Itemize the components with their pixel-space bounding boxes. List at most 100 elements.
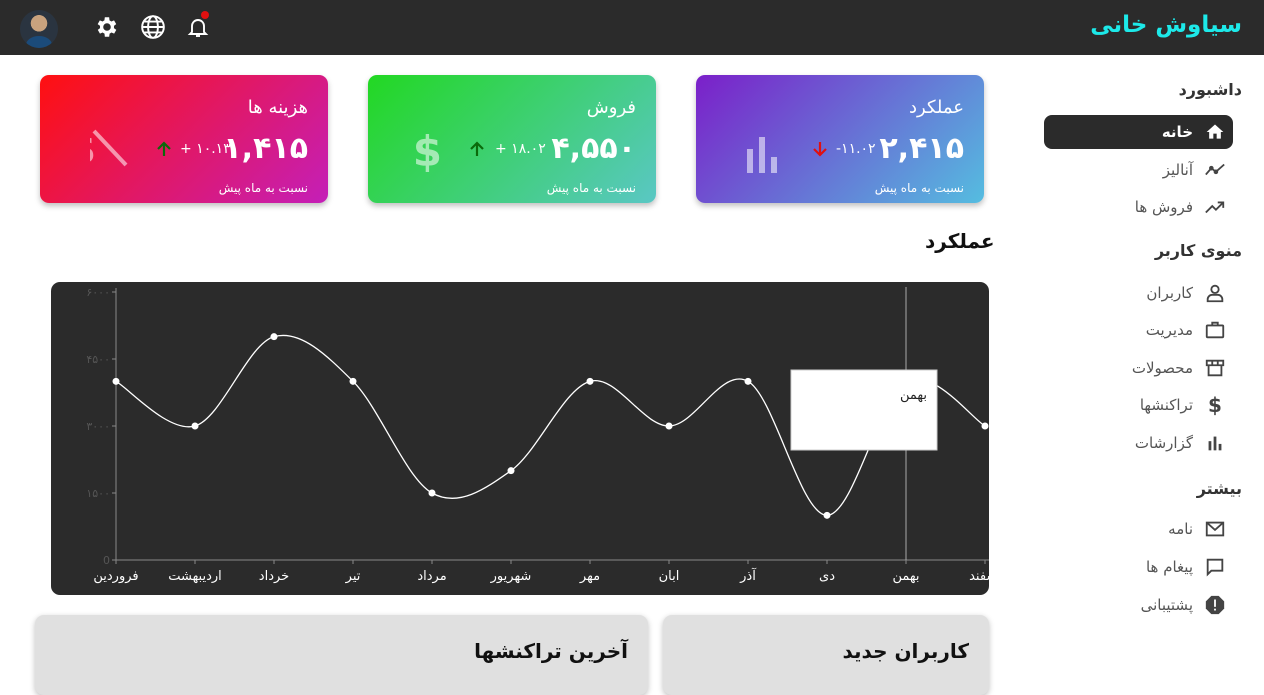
x-tick-label: ابان	[659, 569, 680, 584]
panel-title: کاربران جدید	[842, 639, 969, 663]
x-tick-label: خرداد	[259, 569, 289, 584]
arrow-down-icon	[813, 142, 827, 157]
chart-heading: عملکرد	[925, 229, 995, 253]
tooltip-label: بهمن	[900, 388, 927, 403]
x-tick-label: تیر	[345, 569, 361, 584]
bar-chart-icon	[747, 137, 777, 173]
stat-card-sales[interactable]: فروش ۴,۵۵۰ + ۱۸.۰۲ $ نسبت به ماه پیش	[368, 75, 656, 203]
brand-title: سیاوش خانی	[1090, 12, 1242, 38]
sidebar-item-label: تراکنشها	[1139, 396, 1193, 414]
sidebar-item-label: محصولات	[1131, 359, 1193, 377]
card-title: فروش	[586, 97, 636, 118]
card-rate: + ۱۸.۰۲	[495, 141, 546, 157]
panel-title: آخرین تراکنشها	[474, 639, 628, 663]
sidebar-item-products[interactable]: محصولات	[1044, 351, 1233, 385]
sidebar-item-transactions[interactable]: $ تراکنشها	[1044, 388, 1233, 422]
sidebar-section-more: بیشتر	[1196, 479, 1242, 498]
x-tick-label: بهمن	[892, 569, 919, 584]
top-bar: سیاوش خانی	[0, 0, 1264, 55]
sidebar-item-reports[interactable]: گزارشات	[1044, 426, 1233, 460]
store-icon	[1203, 356, 1227, 380]
card-title: هزینه ها	[247, 97, 308, 118]
sidebar-item-analytics[interactable]: آنالیز	[1044, 153, 1233, 187]
card-title: عملکرد	[909, 97, 964, 118]
data-point-7	[665, 422, 673, 430]
latest-transactions-panel: آخرین تراکنشها	[35, 615, 648, 695]
new-users-panel: کاربران جدید	[663, 615, 989, 695]
globe-icon[interactable]	[140, 14, 166, 40]
card-subtitle: نسبت به ماه پیش	[546, 181, 636, 195]
y-tick-label: ۱۵۰۰	[86, 487, 110, 500]
sidebar-item-messages[interactable]: پیغام ها	[1044, 550, 1233, 584]
data-point-2	[270, 333, 278, 341]
data-point-3	[349, 377, 357, 385]
sidebar-item-label: مدیریت	[1145, 321, 1193, 339]
home-icon	[1203, 120, 1227, 144]
mail-icon	[1203, 517, 1227, 541]
timeline-icon	[1203, 158, 1227, 182]
data-point-6	[586, 377, 594, 385]
data-point-5	[507, 467, 515, 475]
y-tick-label: ۴۵۰۰	[86, 353, 110, 366]
data-point-4	[428, 489, 436, 497]
user-icon	[1203, 281, 1227, 305]
y-tick-label: ۳۰۰۰	[86, 420, 110, 433]
sidebar-item-label: آنالیز	[1162, 161, 1193, 179]
bell-icon[interactable]	[185, 11, 211, 40]
dollar-icon: $	[412, 127, 442, 176]
arrow-up-icon	[157, 141, 171, 156]
chart-tooltip	[790, 369, 938, 451]
card-value: ۴,۵۵۰	[551, 131, 636, 166]
sidebar-item-label: گزارشات	[1134, 434, 1193, 452]
performance-chart[interactable]: 0 ۱۵۰۰ ۳۰۰۰ ۴۵۰۰ ۶۰۰۰ فروردین اردیبهشت خرداد تیر…	[51, 282, 989, 595]
x-tick-label: آذر	[739, 567, 757, 584]
y-tick-label: 0	[103, 554, 110, 567]
sidebar-item-management[interactable]: مدیریت	[1044, 313, 1233, 347]
sidebar-item-home[interactable]: خانه	[1044, 115, 1233, 149]
chat-icon	[1203, 555, 1227, 579]
trending-up-icon	[1203, 195, 1227, 219]
gear-icon[interactable]	[94, 14, 120, 40]
x-tick-label: مرداد	[417, 569, 446, 584]
x-tick-label: اسفند	[969, 569, 989, 584]
data-point-1	[191, 422, 199, 430]
notification-dot	[201, 11, 209, 19]
sidebar-item-mail[interactable]: نامه	[1044, 512, 1233, 546]
sidebar: داشبورد خانه آنالیز فروش ها منوی کاربر ک…	[1006, 55, 1264, 679]
x-tick-label: شهریور	[490, 569, 532, 584]
dollar-icon: $	[1208, 393, 1222, 417]
avatar[interactable]	[20, 10, 58, 48]
sidebar-section-dashboard: داشبورد	[1178, 80, 1242, 99]
sidebar-item-users[interactable]: کاربران	[1044, 276, 1233, 310]
card-subtitle: نسبت به ماه پیش	[218, 181, 308, 195]
data-point-8	[744, 377, 752, 385]
performance-line-chart[interactable]: 0 ۱۵۰۰ ۳۰۰۰ ۴۵۰۰ ۶۰۰۰ فروردین اردیبهشت خرداد تیر…	[51, 282, 989, 595]
data-point-0	[112, 377, 120, 385]
sidebar-item-label: خانه	[1161, 123, 1193, 141]
x-tick-label: مهر	[579, 569, 600, 584]
arrow-up-icon	[470, 141, 484, 156]
card-value: ۲,۴۱۵	[879, 131, 964, 166]
data-point-11	[981, 422, 989, 430]
stat-card-expenses[interactable]: هزینه ها ۱,۴۱۵ + ۱۰.۱۳ $ نسبت به ماه پیش	[40, 75, 328, 203]
x-tick-label: اردیبهشت	[168, 569, 222, 584]
bar-chart-icon	[1203, 431, 1227, 455]
sidebar-item-sales[interactable]: فروش ها	[1044, 190, 1233, 224]
card-rate: -۱۱.۰۲	[836, 141, 876, 157]
card-rate: + ۱۰.۱۳	[180, 141, 231, 157]
sidebar-item-label: کاربران	[1146, 284, 1193, 302]
card-subtitle: نسبت به ماه پیش	[874, 181, 964, 195]
x-tick-label: فروردین	[93, 569, 138, 584]
sidebar-item-support[interactable]: پشتیبانی	[1044, 588, 1233, 622]
stat-card-performance[interactable]: عملکرد ۲,۴۱۵ -۱۱.۰۲ نسبت به ماه پیش	[696, 75, 984, 203]
x-tick-label: دی	[819, 569, 835, 584]
money-off-icon: $	[68, 125, 130, 173]
briefcase-icon	[1203, 318, 1227, 342]
sidebar-item-label: پشتیبانی	[1140, 596, 1193, 614]
data-point-9	[823, 511, 831, 519]
sidebar-section-user-menu: منوی کاربر	[1154, 241, 1242, 260]
y-tick-label: ۶۰۰۰	[86, 286, 110, 299]
report-icon	[1203, 593, 1227, 617]
card-value: ۱,۴۱۵	[223, 131, 308, 166]
sidebar-item-label: پیغام ها	[1145, 558, 1193, 576]
